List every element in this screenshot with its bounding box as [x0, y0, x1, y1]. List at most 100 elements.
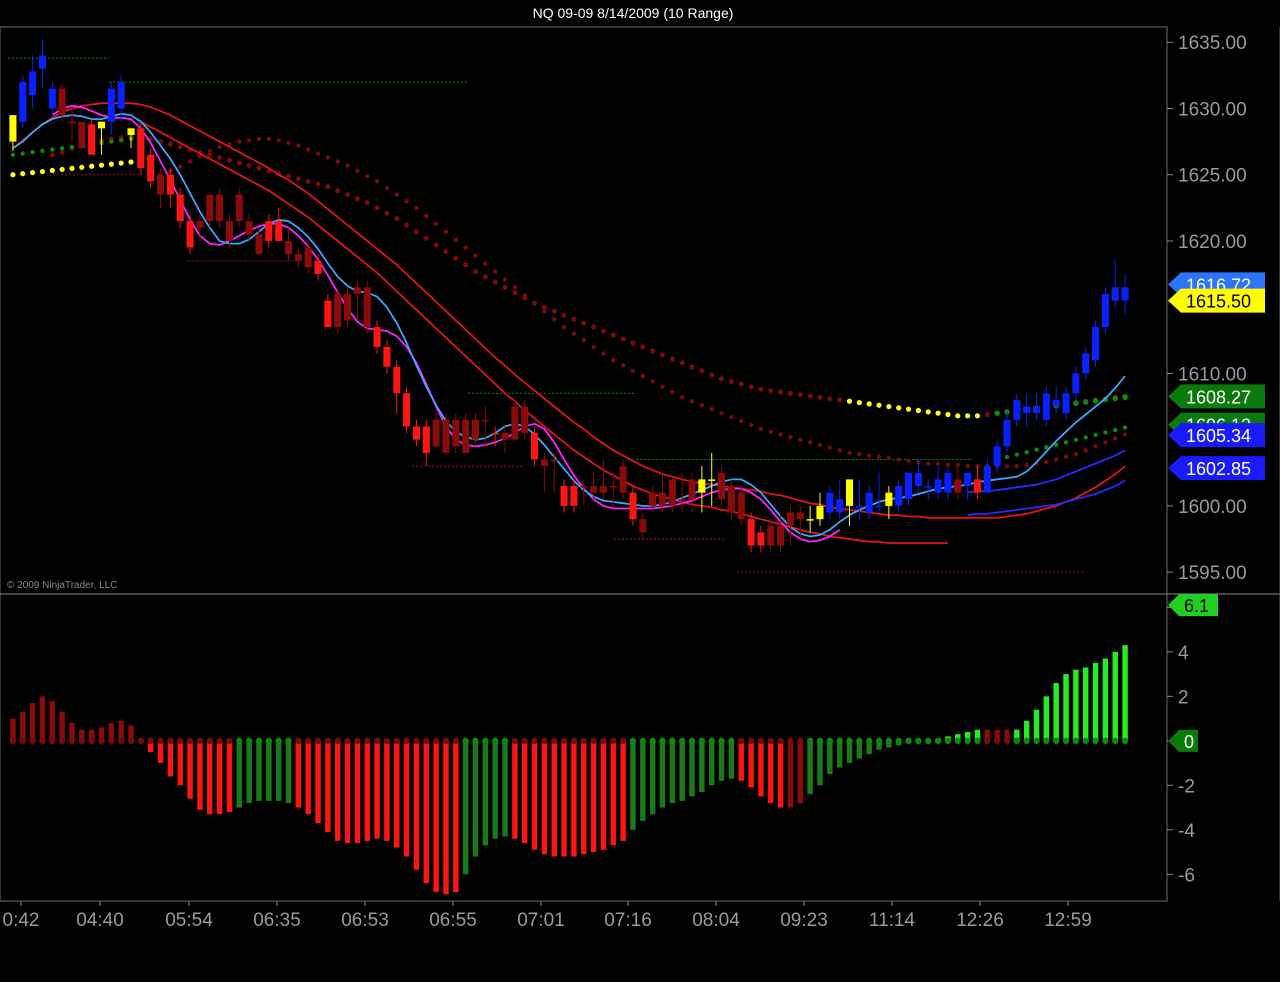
- histogram-bar: [384, 740, 390, 841]
- candle-body: [147, 154, 155, 182]
- candle-body: [68, 121, 76, 124]
- candle-body: [737, 492, 745, 520]
- ma-dot-lower: [325, 155, 331, 160]
- ma-dot-upper: [689, 364, 695, 370]
- price-tag: 1602.85: [1168, 456, 1265, 481]
- candle-body: [462, 419, 470, 453]
- ma-dot-early-yellow: [59, 166, 65, 173]
- levels-layer: [8, 57, 1086, 573]
- histogram-bar: [600, 740, 607, 850]
- zero-line-dot: [728, 737, 735, 745]
- candle-body: [865, 492, 873, 513]
- price-tick-label: 1630.00: [1178, 99, 1247, 120]
- histogram-bar: [590, 740, 597, 853]
- candle-body: [1101, 293, 1109, 328]
- candle-body: [137, 128, 145, 169]
- zero-line-dot: [531, 737, 538, 745]
- price-tick-label: 1625.00: [1178, 166, 1247, 187]
- ma-dot-lower: [926, 461, 931, 466]
- time-tick-label: 11:14: [869, 910, 916, 931]
- zero-line-dot: [245, 737, 253, 745]
- histogram-bar: [266, 740, 272, 801]
- zero-line-dot: [570, 737, 578, 745]
- candle-body: [688, 479, 696, 500]
- ma-dot-lower: [453, 237, 459, 242]
- ma-dot-lower: [768, 429, 773, 434]
- ma-dot-lower: [217, 144, 222, 150]
- time-axis: 0:42 04:40 05:54 06:35 06:53 06:55 07:01 07:16 0…: [3, 901, 1092, 931]
- zero-line-dot: [708, 737, 715, 745]
- histogram-bar: [728, 740, 735, 779]
- price-tick-label: 1635.00: [1178, 33, 1247, 54]
- candle-body: [97, 121, 106, 129]
- ma-dot-lower: [699, 403, 705, 408]
- histogram-bar: [1083, 667, 1089, 741]
- histogram-bar: [630, 740, 636, 830]
- ma-dot-lower: [807, 440, 813, 445]
- time-tick-label: 04:40: [76, 910, 124, 931]
- candle-body: [944, 472, 952, 493]
- ma-dot-lower: [640, 373, 646, 379]
- ma-dot-lower: [335, 159, 340, 164]
- ma-dot-lower: [798, 437, 803, 442]
- ma-dot-lower: [512, 285, 518, 290]
- ma-dot-upper: [935, 410, 941, 416]
- ma-dot-upper: [955, 413, 961, 419]
- zero-line-dot: [196, 737, 204, 745]
- candle-body: [176, 194, 184, 222]
- histogram-bar: [512, 740, 518, 839]
- zero-line-dot: [1121, 737, 1129, 745]
- zero-line-dot: [738, 737, 745, 745]
- ma-dot-upper: [846, 398, 853, 404]
- candle-body: [1042, 393, 1050, 420]
- zero-line-dot: [295, 737, 302, 745]
- candle-body: [1052, 399, 1060, 407]
- candle-body: [216, 194, 224, 222]
- histogram-bar: [640, 740, 646, 821]
- histogram-bar: [797, 740, 803, 804]
- band-blue-upper-line: [967, 449, 1126, 494]
- zero-line-dot: [659, 737, 666, 745]
- candle-body: [973, 479, 981, 493]
- zero-line-dot: [354, 737, 361, 745]
- ma-dot-lower: [758, 426, 764, 432]
- zero-line-dot: [551, 737, 558, 745]
- ma-dot-lower: [365, 173, 370, 179]
- zero-line-dot: [905, 737, 912, 745]
- ma-dot-lower: [424, 213, 429, 218]
- histogram-bar: [1112, 651, 1118, 741]
- price-tag: 1608.27: [1168, 384, 1265, 409]
- ma-dot-upper: [551, 308, 557, 314]
- oscillator-tags: 6.10: [1168, 594, 1218, 752]
- zero-line-dot: [236, 737, 243, 745]
- candle-body: [1082, 353, 1090, 374]
- histogram-bar: [394, 740, 400, 848]
- zero-line-dot: [875, 737, 883, 745]
- zero-line-dot: [600, 737, 607, 745]
- histogram-bar: [502, 740, 508, 837]
- candle-body: [78, 121, 86, 149]
- price-tag-label: 1602.85: [1186, 459, 1251, 479]
- ma-dot-late-green-upper: [994, 410, 1000, 416]
- candle-body: [196, 221, 204, 228]
- candle-body: [383, 346, 391, 367]
- histogram-layer: [9, 645, 1129, 895]
- ma-dot-late-green-lower: [1103, 430, 1108, 435]
- candle-body: [225, 221, 233, 241]
- ma-dot-early-green: [118, 138, 124, 143]
- candle-body: [816, 505, 824, 520]
- histogram-bar: [669, 740, 676, 804]
- ma-dot-upper: [472, 268, 479, 275]
- ma-dot-upper: [905, 406, 912, 412]
- candle-body: [521, 406, 529, 434]
- candle-body: [609, 486, 617, 488]
- candle-body: [993, 446, 1001, 467]
- zero-line-dot: [521, 737, 528, 745]
- zero-line-dot: [934, 737, 942, 745]
- zero-line-dot: [1072, 737, 1080, 745]
- ma-dot-upper: [807, 393, 813, 399]
- candle-body: [422, 426, 430, 453]
- zero-line-dot: [885, 737, 893, 745]
- candle-body: [580, 486, 588, 488]
- ma-dot-lower: [748, 422, 754, 428]
